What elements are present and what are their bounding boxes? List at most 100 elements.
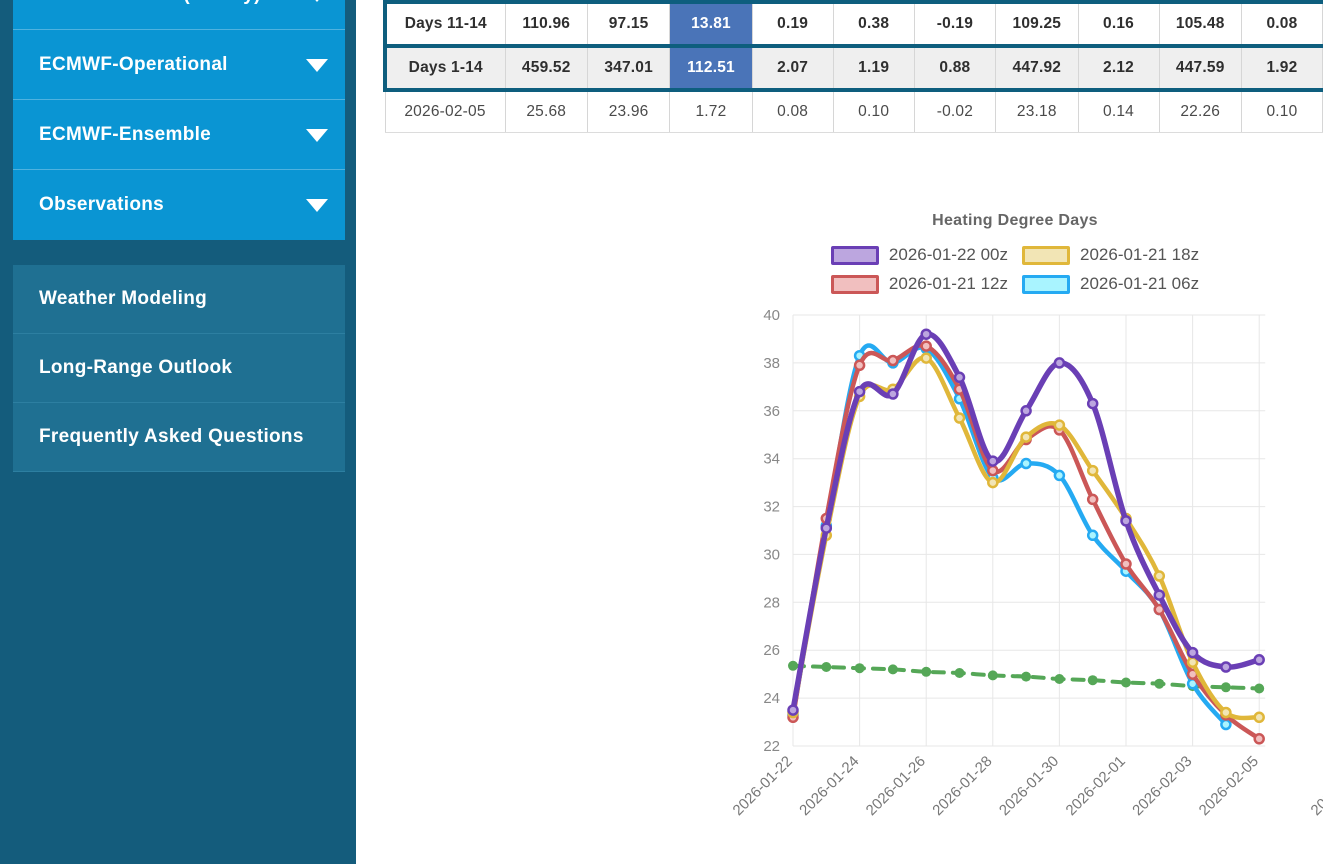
sidebar-item-gfs-ensemble-34-day[interactable]: GFS-Ensemble (34-Day) [13,0,345,30]
data-point [1022,406,1031,415]
svg-text:24: 24 [763,690,780,707]
data-point [1221,720,1230,729]
table-cell: 2.12 [1078,46,1159,90]
sidebar-item-label: Weather Modeling [13,288,207,310]
data-point [988,478,997,487]
legend-swatch [1022,275,1070,294]
data-point [955,373,964,382]
table-cell: 0.16 [1078,2,1159,46]
table-cell: 22.26 [1159,90,1241,133]
data-point [1022,433,1031,442]
svg-text:2026-02-01: 2026-02-01 [1063,753,1129,819]
data-point [1221,663,1230,672]
svg-text:2026-01-24: 2026-01-24 [796,753,862,819]
heating-degree-days-chart: Heating Degree Days 2026-01-22 00z 2026-0… [739,195,1291,834]
data-point [1054,674,1064,684]
chevron-down-icon [306,59,328,72]
sidebar-item-observations[interactable]: Observations [13,170,345,240]
data-point [988,670,998,680]
svg-text:2026-01-26: 2026-01-26 [863,753,929,819]
legend-item[interactable]: 2026-01-21 06z [1022,274,1199,294]
data-point [788,661,798,671]
table-cell: 97.15 [587,2,669,46]
table-cell: 0.10 [1241,90,1322,133]
sidebar-accordion: GFS-Ensemble (34-Day)ECMWF-Operational EC… [13,0,345,240]
data-point [1154,679,1164,689]
data-point [1055,471,1064,480]
table-cell: 347.01 [587,46,669,90]
chevron-down-icon [306,0,328,2]
sidebar-links: Weather Modeling Long-Range Outlook Freque… [13,265,345,472]
data-point [1022,459,1031,468]
legend-item[interactable]: 2026-01-21 12z [831,274,1008,294]
data-point [888,356,897,365]
data-point [789,706,798,715]
chart-title: Cooling Degree Days [1317,195,1323,231]
data-point [1122,560,1131,569]
forecast-table: Days 11-14110.9697.1513.810.190.38-0.191… [383,0,1323,133]
chart-legend: 2026-01-22 00z2026-01-21 18z2026-01-21 1… [1317,245,1323,294]
table-cell: 0.14 [1078,90,1159,133]
data-point [1055,421,1064,430]
table-cell: -0.19 [914,2,995,46]
chevron-down-icon [306,199,328,212]
data-point [1155,572,1164,581]
table-cell: 23.18 [996,90,1078,133]
legend-label: 2026-01-21 12z [889,274,1008,294]
data-point [955,414,964,423]
legend-label: 2026-01-21 06z [1080,274,1199,294]
data-point [1122,516,1131,525]
sidebar-item-ecmwf-operational[interactable]: ECMWF-Operational [13,30,345,100]
data-point [888,664,898,674]
data-point [988,466,997,475]
data-point [1021,672,1031,682]
data-point [1088,531,1097,540]
data-point [1255,734,1264,743]
sidebar-item-long-range-outlook[interactable]: Long-Range Outlook [13,334,345,403]
sidebar: GFS-Ensemble (34-Day)ECMWF-Operational EC… [0,0,356,864]
cooling-chart-canvas: 0.450.400.350.300.250.200.150.100.050202… [1317,294,1323,834]
table-cell: 0.10 [833,90,914,133]
data-point [922,330,931,339]
table-cell: 447.59 [1159,46,1241,90]
sidebar-item-label: ECMWF-Ensemble [13,124,211,146]
legend-item[interactable]: 2026-01-21 18z [1022,245,1199,265]
svg-text:32: 32 [763,499,780,516]
table-cell: -0.02 [914,90,995,133]
sidebar-item-ecmwf-ensemble[interactable]: ECMWF-Ensemble [13,100,345,170]
data-point [855,663,865,673]
table-cell: 459.52 [505,46,587,90]
data-point [1254,684,1264,694]
legend-swatch [831,275,879,294]
svg-text:2026-01-28: 2026-01-28 [929,753,995,819]
legend-label: 2026-01-21 18z [1080,245,1199,265]
sidebar-item-weather-modeling[interactable]: Weather Modeling [13,265,345,334]
sidebar-item-label: Observations [13,194,164,216]
table-cell: 1.92 [1241,46,1322,90]
data-point [1088,399,1097,408]
data-point [1255,713,1264,722]
legend-label: 2026-01-22 00z [889,245,1008,265]
table-cell: 1.19 [833,46,914,90]
highlighted-cell: 112.51 [670,46,752,90]
table-cell: 447.92 [996,46,1078,90]
svg-text:2026-01-22: 2026-01-22 [1308,753,1323,819]
charts-row: Heating Degree Days 2026-01-22 00z2026-0… [739,195,1323,834]
table-cell: 0.88 [914,46,995,90]
legend-item[interactable]: 2026-01-22 00z [831,245,1008,265]
cooling-degree-days-chart: Cooling Degree Days 2026-01-22 00z2026-0… [1317,195,1323,834]
data-point [1221,682,1231,692]
sidebar-item-frequently-asked-questions[interactable]: Frequently Asked Questions [13,403,345,472]
data-point [855,387,864,396]
table-cell: 0.19 [752,2,833,46]
svg-text:28: 28 [763,594,780,611]
table-row: Days 1-14459.52347.01112.512.071.190.884… [385,46,1323,90]
heating-chart-canvas: 403836343230282624222026-01-222026-01-24… [739,294,1309,834]
data-point [821,662,831,672]
forecast-table-body: Days 11-14110.9697.1513.810.190.38-0.191… [385,2,1323,133]
table-row: Days 11-14110.9697.1513.810.190.38-0.191… [385,2,1323,46]
chart-title: Heating Degree Days [739,195,1291,231]
main-content: Days 11-14110.9697.1513.810.190.38-0.191… [356,0,1323,864]
data-point [1088,495,1097,504]
sidebar-item-label: Frequently Asked Questions [13,426,304,448]
